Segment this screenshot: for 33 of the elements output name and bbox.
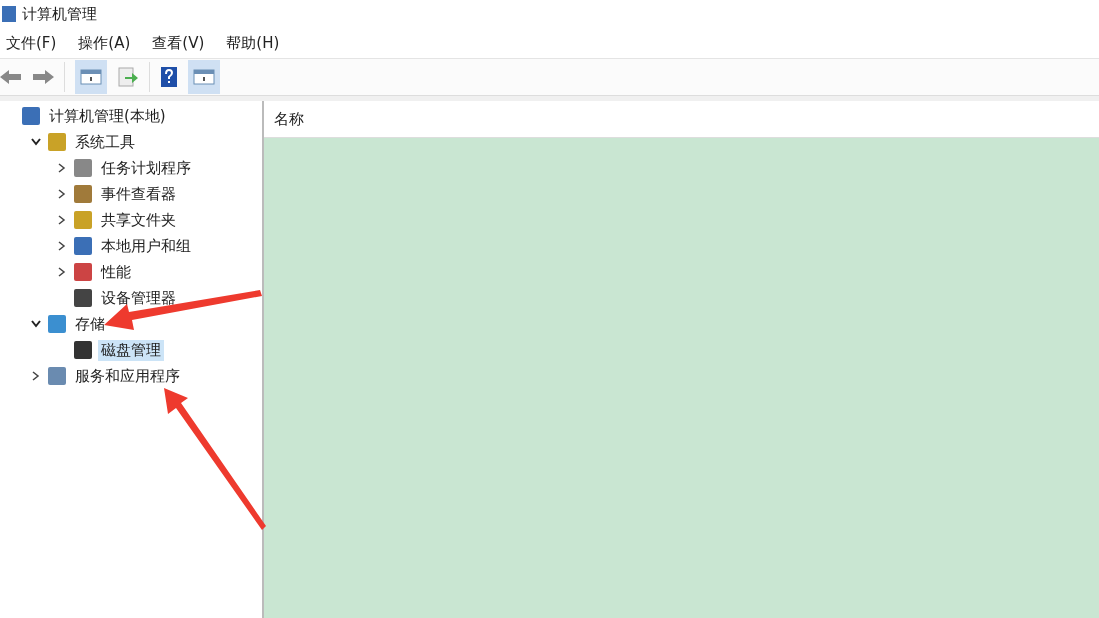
tree-item[interactable]: 磁盘管理	[98, 339, 164, 361]
menu-item[interactable]: 帮助(H)	[226, 33, 280, 53]
tree-item[interactable]: 系统工具	[72, 131, 138, 153]
expand-chevron-icon[interactable]	[58, 241, 66, 251]
help-icon[interactable]	[160, 66, 178, 88]
export-icon[interactable]	[117, 67, 139, 87]
show-hide-button[interactable]	[188, 60, 220, 94]
tree-item[interactable]: 设备管理器	[98, 287, 179, 309]
expand-chevron-icon[interactable]	[58, 267, 66, 277]
tree-item[interactable]: 事件查看器	[98, 183, 179, 205]
expand-chevron-icon[interactable]	[58, 163, 66, 173]
collapse-chevron-icon[interactable]	[31, 138, 41, 146]
window-title: 计算机管理	[22, 4, 97, 24]
menu-item[interactable]: 操作(A)	[78, 33, 131, 53]
window-icon	[193, 68, 215, 86]
tree-item[interactable]: 服务和应用程序	[72, 365, 183, 387]
console-tree-button[interactable]	[75, 60, 107, 94]
tree-item[interactable]: 本地用户和组	[98, 235, 194, 257]
window-icon	[80, 68, 102, 86]
back-icon[interactable]	[0, 69, 22, 85]
collapse-chevron-icon[interactable]	[31, 320, 41, 328]
tree-item[interactable]: 性能	[98, 261, 134, 283]
menu-item[interactable]: 查看(V)	[152, 33, 205, 53]
tree-item[interactable]: 存储	[72, 313, 108, 335]
expand-chevron-icon[interactable]	[58, 189, 66, 199]
tree-item[interactable]: 任务计划程序	[98, 157, 194, 179]
forward-icon[interactable]	[32, 69, 54, 85]
column-header[interactable]: 名称	[274, 109, 304, 129]
expand-chevron-icon[interactable]	[58, 215, 66, 225]
menu-item[interactable]: 文件(F)	[6, 33, 57, 53]
tree-item[interactable]: 计算机管理(本地)	[46, 105, 169, 127]
tree-item[interactable]: 共享文件夹	[98, 209, 179, 231]
expand-chevron-icon[interactable]	[32, 371, 40, 381]
